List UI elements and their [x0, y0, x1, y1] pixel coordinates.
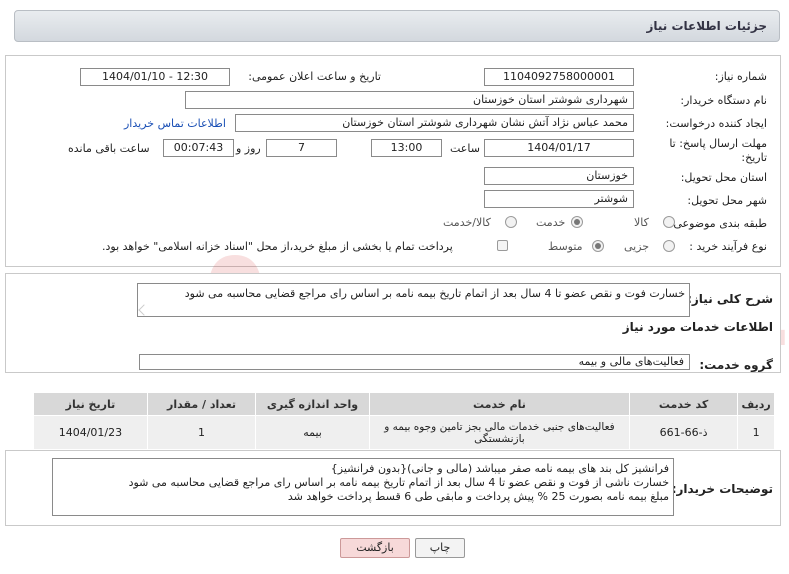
deadline-label-1: مهلت ارسال پاسخ: تا — [669, 137, 767, 150]
services-table: ردیف کد خدمت نام خدمت واحد اندازه گیری ت… — [33, 392, 775, 450]
need-info-panel — [5, 55, 781, 267]
deadline-time-field: 13:00 — [371, 139, 442, 157]
col-date: تاریخ نیاز — [33, 392, 148, 416]
announce-label: تاریخ و ساعت اعلان عمومی: — [248, 70, 381, 83]
category-label: طبقه بندی موضوعی: — [669, 217, 767, 230]
category-option-service: خدمت — [536, 216, 566, 229]
col-name: نام خدمت — [368, 392, 630, 416]
summary-label: شرح کلی نیاز: — [687, 292, 773, 306]
payment-note: پرداخت تمام یا بخشی از مبلغ خرید،از محل … — [102, 240, 453, 253]
process-option-medium: متوسط — [548, 240, 583, 253]
print-button[interactable]: چاپ — [415, 538, 465, 558]
deadline-label-2: تاریخ: — [741, 151, 767, 164]
days-remaining-field: 7 — [266, 139, 337, 157]
category-option-goods-service: کالا/خدمت — [443, 216, 491, 229]
table-row: 1 ذ-66-661 فعالیت‌های جنبی خدمات مالی بج… — [33, 415, 775, 450]
cell-code: ذ-66-661 — [628, 415, 739, 450]
col-qty: تعداد / مقدار — [146, 392, 257, 416]
remaining-time-label: ساعت باقی مانده — [68, 142, 150, 155]
col-unit: واحد اندازه گیری — [255, 392, 370, 416]
announce-field: 1404/01/10 - 12:30 — [80, 68, 230, 86]
cell-row: 1 — [737, 415, 775, 450]
process-option-minor: جزیی — [624, 240, 650, 253]
service-group-field: فعالیت‌های مالی و بیمه — [139, 354, 690, 370]
process-radio-medium[interactable] — [592, 240, 604, 252]
category-radio-goods[interactable] — [663, 216, 675, 228]
city-label: شهر محل تحویل: — [687, 194, 767, 207]
creator-label: ایجاد کننده درخواست: — [665, 117, 767, 130]
category-radio-goods-service[interactable] — [505, 216, 517, 228]
cell-name: فعالیت‌های جنبی خدمات مالی بجز تامین وجو… — [368, 415, 630, 450]
deadline-time-label: ساعت — [450, 142, 480, 155]
buyer-notes-line-3: مبلغ بیمه نامه بصورت 25 % پیش پرداخت و م… — [287, 490, 669, 503]
process-label: نوع فرآیند خرید : — [689, 240, 767, 253]
category-radio-service[interactable] — [571, 216, 583, 228]
buyer-notes-line-1: فرانشیز کل بند های بیمه نامه صفر میباشد … — [330, 462, 669, 475]
buyer-org-label: نام دستگاه خریدار: — [680, 94, 767, 107]
creator-field: محمد عباس نژاد آتش نشان شهرداری شوشتر اس… — [235, 114, 634, 132]
page-title-bar: جزئیات اطلاعات نیاز — [14, 10, 780, 42]
city-field: شوشتر — [484, 190, 634, 208]
need-number-label: شماره نیاز: — [714, 70, 767, 83]
buyer-notes-line-2: خسارت ناشی از فوت و نقص عضو تا 4 سال بعد… — [128, 476, 669, 489]
buyer-notes-text: فرانشیز کل بند های بیمه نامه صفر میباشد … — [52, 458, 674, 516]
treasury-checkbox[interactable] — [497, 240, 508, 251]
col-code: کد خدمت — [628, 392, 739, 416]
province-field: خوزستان — [484, 167, 634, 185]
buyer-org-field: شهرداری شوشتر استان خوزستان — [185, 91, 634, 109]
buyer-notes-label: توضیحات خریدار: — [671, 482, 773, 496]
days-label: روز و — [236, 142, 261, 155]
province-label: استان محل تحویل: — [680, 171, 767, 184]
page-title: جزئیات اطلاعات نیاز — [646, 19, 767, 33]
services-section-title: اطلاعات خدمات مورد نیاز — [622, 320, 773, 334]
cell-qty: 1 — [146, 415, 257, 450]
need-number-field: 1104092758000001 — [484, 68, 634, 86]
service-group-label: گروه خدمت: — [699, 358, 773, 372]
process-radio-minor[interactable] — [663, 240, 675, 252]
table-header-row: ردیف کد خدمت نام خدمت واحد اندازه گیری ت… — [33, 392, 775, 416]
cell-unit: بیمه — [255, 415, 370, 450]
buyer-contact-link[interactable]: اطلاعات تماس خریدار — [124, 117, 226, 130]
summary-text: خسارت فوت و نقص عضو تا 4 سال بعد از اتما… — [137, 283, 690, 317]
category-option-goods: کالا — [634, 216, 649, 229]
back-button[interactable]: بازگشت — [340, 538, 410, 558]
cell-date: 1404/01/23 — [33, 415, 148, 450]
deadline-date-field: 1404/01/17 — [484, 139, 634, 157]
col-row: ردیف — [737, 392, 775, 416]
remaining-time-field: 00:07:43 — [163, 139, 234, 157]
